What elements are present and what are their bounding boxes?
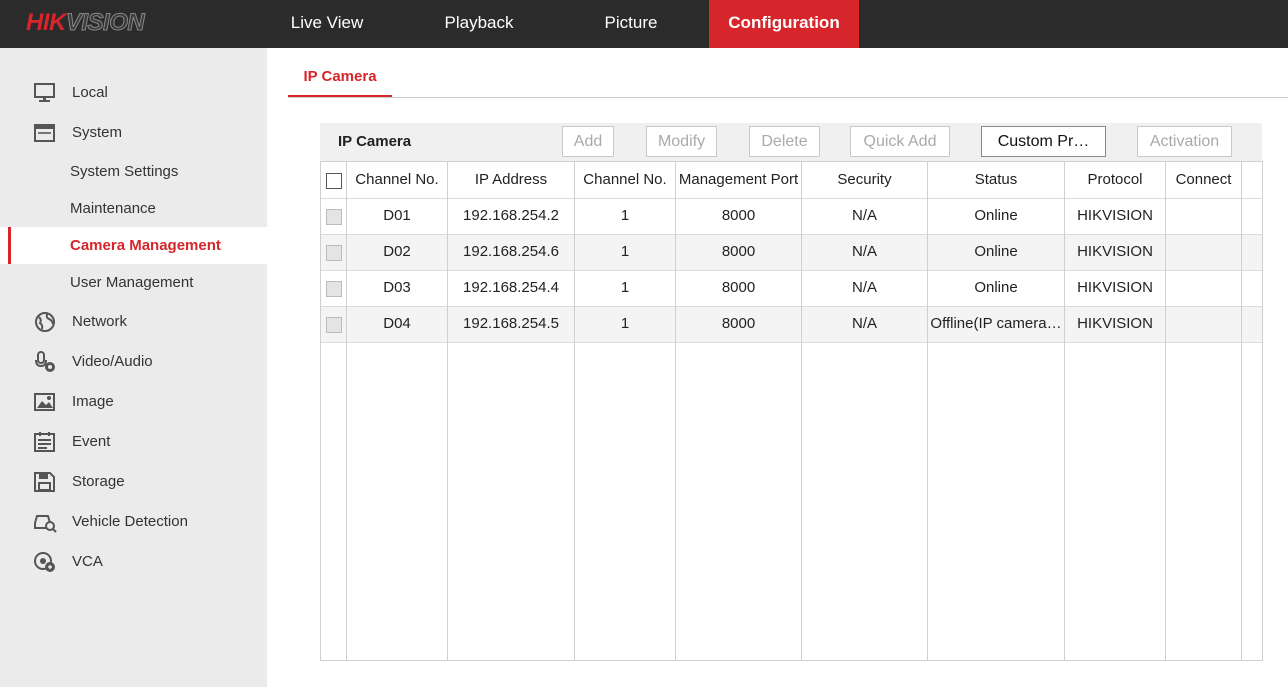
cell-channel-no: 1 [620, 315, 630, 332]
sidebar-item-network[interactable]: Network [0, 303, 267, 341]
header-connect[interactable]: Connect [1166, 162, 1241, 198]
sidebar-subitem-user-management[interactable]: User Management [0, 264, 267, 301]
cell-ip-address: 192.168.254.2 [463, 207, 559, 224]
sidebar-item-label: System [72, 124, 123, 141]
sidebar-item-label: Image [72, 393, 114, 410]
cell-status: Offline(IP camera… [930, 315, 1062, 332]
sidebar-item-label: Vehicle Detection [72, 513, 188, 530]
cell-security: N/A [851, 279, 877, 296]
cell-ip-address: 192.168.254.4 [463, 279, 559, 296]
sidebar-subitem-maintenance[interactable]: Maintenance [0, 190, 267, 227]
sidebar-item-label: Storage [72, 473, 125, 490]
sidebar-item-label: Event [72, 433, 111, 450]
cell-protocol: HIKVISION [1077, 279, 1153, 296]
globe-icon [33, 311, 57, 333]
header-channel-no[interactable]: Channel No. [347, 162, 447, 198]
delete-button[interactable]: Delete [749, 126, 820, 157]
cell-security: N/A [851, 207, 877, 224]
nav-configuration[interactable]: Configuration [709, 0, 859, 48]
cell-channel-no: 1 [620, 243, 630, 260]
sidebar-subitem-label: Camera Management [70, 237, 221, 254]
tab-divider [288, 97, 1288, 98]
quick-add-button[interactable]: Quick Add [850, 126, 950, 157]
logo-part-hik: HIK [26, 9, 66, 36]
sidebar-subitem-label: System Settings [70, 163, 179, 180]
cell-security: N/A [851, 243, 877, 260]
header-protocol[interactable]: Protocol [1065, 162, 1165, 198]
vca-analytics-icon [33, 551, 57, 573]
column-divider [1241, 162, 1242, 660]
header-security[interactable]: Security [802, 162, 927, 198]
sidebar-subitem-label: User Management [70, 274, 194, 291]
sidebar-subitem-camera-management[interactable]: Camera Management [0, 227, 267, 264]
monitor-icon [33, 82, 57, 104]
cell-status: Online [974, 207, 1018, 224]
image-icon [33, 391, 57, 413]
cell-security: N/A [851, 315, 877, 332]
sidebar-subitem-label: Maintenance [70, 200, 156, 217]
cell-channel-no: 1 [620, 279, 630, 296]
row-checkbox[interactable] [326, 281, 342, 297]
sidebar-item-system[interactable]: System [0, 114, 267, 152]
system-window-icon [33, 122, 57, 144]
floppy-disk-icon [33, 471, 57, 493]
header-ip-address[interactable]: IP Address [448, 162, 574, 198]
modify-button[interactable]: Modify [646, 126, 717, 157]
cell-protocol: HIKVISION [1077, 207, 1153, 224]
sidebar-item-video-audio[interactable]: Video/Audio [0, 343, 267, 381]
cell-management-port: 8000 [721, 315, 756, 332]
cell-ip-address: 192.168.254.6 [463, 243, 559, 260]
toolbar-title: IP Camera [338, 133, 412, 150]
sidebar-item-label: Video/Audio [72, 353, 153, 370]
cell-status: Online [974, 243, 1018, 260]
nav-picture[interactable]: Picture [572, 0, 690, 48]
sidebar-item-image[interactable]: Image [0, 383, 267, 421]
sidebar-item-local[interactable]: Local [0, 74, 267, 112]
column-divider [1165, 162, 1166, 660]
cell-management-port: 8000 [721, 279, 756, 296]
header-management-port[interactable]: Management Port [676, 162, 801, 198]
sidebar-item-vca[interactable]: VCA [0, 543, 267, 581]
sidebar-item-label: Network [72, 313, 128, 330]
add-button[interactable]: Add [562, 126, 614, 157]
logo-part-vision: VISION [65, 9, 145, 37]
cell-channel: D02 [383, 243, 411, 260]
cell-protocol: HIKVISION [1077, 315, 1153, 332]
tab-ip-camera[interactable]: IP Camera [288, 60, 392, 98]
row-divider [321, 342, 1262, 343]
cell-channel-no: 1 [620, 207, 630, 224]
sidebar-subitem-system-settings[interactable]: System Settings [0, 153, 267, 190]
microphone-icon [33, 351, 57, 373]
row-checkbox[interactable] [326, 245, 342, 261]
cell-status: Online [974, 279, 1018, 296]
sidebar-item-vehicle-detection[interactable]: Vehicle Detection [0, 503, 267, 541]
select-all-checkbox[interactable] [326, 173, 342, 189]
sidebar-item-storage[interactable]: Storage [0, 463, 267, 501]
nav-live-view[interactable]: Live View [268, 0, 386, 48]
nav-playback[interactable]: Playback [420, 0, 538, 48]
sidebar-item-label: VCA [72, 553, 103, 570]
custom-protocol-button[interactable]: Custom Pr… [981, 126, 1106, 157]
header-status[interactable]: Status [928, 162, 1064, 198]
sidebar-item-event[interactable]: Event [0, 423, 267, 461]
ip-camera-toolbar: IP Camera Add Modify Delete Quick Add Cu… [320, 123, 1262, 161]
cell-management-port: 8000 [721, 243, 756, 260]
calendar-list-icon [33, 431, 57, 453]
cell-ip-address: 192.168.254.5 [463, 315, 559, 332]
cell-channel: D01 [383, 207, 411, 224]
cell-channel: D03 [383, 279, 411, 296]
top-navigation-bar: HIKVISION Live View Playback Picture Con… [0, 0, 1288, 48]
header-channel-no-2[interactable]: Channel No. [575, 162, 675, 198]
activation-button[interactable]: Activation [1137, 126, 1232, 157]
row-checkbox[interactable] [326, 209, 342, 225]
row-checkbox[interactable] [326, 317, 342, 333]
hikvision-logo: HIKVISION [26, 9, 145, 37]
vehicle-search-icon [33, 511, 57, 533]
sidebar: Local System System Settings Maintenance… [0, 48, 267, 687]
sidebar-item-label: Local [72, 84, 108, 101]
cell-protocol: HIKVISION [1077, 243, 1153, 260]
ip-camera-table: Channel No. IP Address Channel No. Manag… [320, 161, 1263, 661]
cell-management-port: 8000 [721, 207, 756, 224]
cell-channel: D04 [383, 315, 411, 332]
